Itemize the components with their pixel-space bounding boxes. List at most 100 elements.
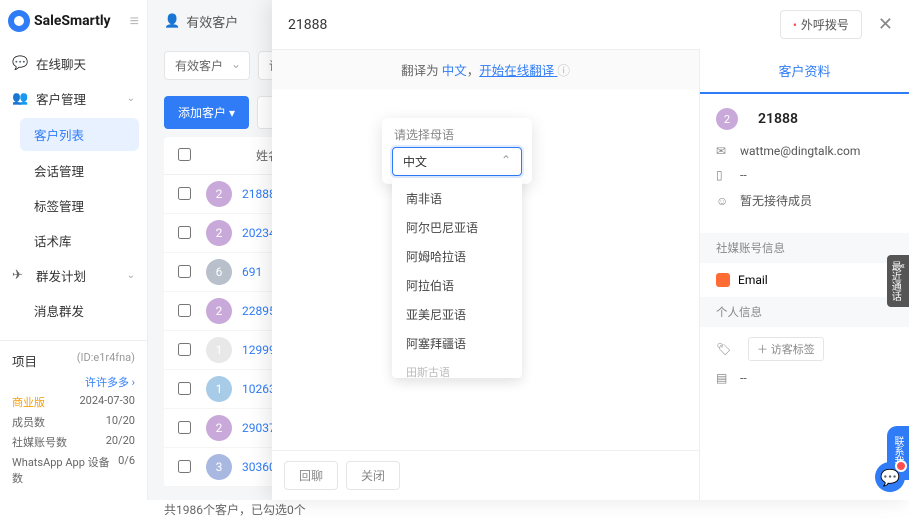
email-icon: ✉ — [716, 144, 730, 158]
close-icon[interactable]: ✕ — [878, 14, 893, 35]
nav-script-lib[interactable]: 话术库 — [0, 223, 147, 258]
customer-header: 2 21888 — [716, 108, 893, 130]
social-val: 20/20 — [106, 434, 135, 450]
customer-uid: 21888 — [758, 111, 798, 127]
customer-avatar: 2 — [716, 108, 738, 130]
menu-toggle-icon[interactable]: ≡ — [130, 11, 139, 31]
nav-label: 会话管理 — [34, 161, 84, 180]
row-checkbox[interactable] — [178, 265, 191, 278]
project-info: 项目(ID:e1r4fna) 许许多多 › 商业版2024-07-30 成员数1… — [0, 340, 147, 500]
user-icon: 👤 — [164, 14, 180, 29]
panel-customer-id: 21888 — [288, 17, 327, 33]
lang-select[interactable]: 中文 — [392, 147, 522, 176]
outbound-call-button[interactable]: 外呼拨号 — [780, 10, 862, 39]
social-label: 社媒账号数 — [12, 434, 67, 450]
brand-name: SaleSmartly — [34, 13, 111, 29]
add-visitor-tag-button[interactable]: ＋ 访客标签 — [748, 337, 824, 361]
nav-third-party[interactable]: 第三方代发 — [0, 328, 147, 340]
panel-chat-area: 翻译为 中文，开始在线翻译 ⓘ 请选择母语 中文 南非语阿尔巴尼亚语阿姆哈拉语阿… — [272, 49, 699, 500]
nav-label: 客户管理 — [36, 89, 86, 108]
logo[interactable]: SaleSmartly ≡ — [0, 0, 147, 42]
version-date: 2024-07-30 — [79, 394, 135, 410]
customer-data-tab[interactable]: 客户资料 — [700, 49, 909, 94]
row-avatar: 2 — [206, 298, 232, 324]
row-id[interactable]: 20234 — [242, 226, 276, 240]
row-id[interactable]: 29037 — [242, 421, 276, 435]
social-heading: 社媒账号信息 — [700, 233, 909, 263]
row-id[interactable]: 691 — [242, 265, 262, 279]
row-id[interactable]: 12999 — [242, 343, 276, 357]
nav-label: 客户列表 — [34, 125, 84, 144]
recall-button[interactable]: 回聊 — [284, 461, 338, 490]
add-customer-button[interactable]: 添加客户 ▾ — [164, 96, 249, 129]
customer-info-sidebar: 客户资料 2 21888 ✉wattme@dingtalk.com ▯-- ☺暂… — [699, 49, 909, 500]
start-translate-link[interactable]: 开始在线翻译 — [479, 64, 557, 79]
row-avatar: 3 — [206, 454, 232, 480]
nav-customer-mgmt[interactable]: 👥客户管理⌄ — [0, 81, 147, 116]
panel-header: 21888 外呼拨号 ✕ — [272, 0, 909, 49]
nav-online-chat[interactable]: 💬在线聊天 — [0, 46, 147, 81]
personal-heading: 个人信息 — [700, 297, 909, 327]
lang-option[interactable]: 田斯古语 — [392, 358, 522, 378]
customer-email: wattme@dingtalk.com — [740, 144, 860, 158]
translate-target-lang[interactable]: 中文 — [442, 64, 467, 79]
chat-bubble-icon[interactable]: 💬 — [875, 462, 905, 492]
send-icon: ✈ — [12, 268, 28, 283]
row-id[interactable]: 30360 — [242, 460, 276, 474]
recent-calls-tab[interactable]: 最近通话 — [887, 255, 909, 307]
row-checkbox[interactable] — [178, 421, 191, 434]
nav-tag-mgmt[interactable]: 标签管理 — [0, 188, 147, 223]
row-checkbox[interactable] — [178, 226, 191, 239]
filter-valid-customers[interactable]: 有效客户 — [164, 51, 250, 80]
nav-msg-mass[interactable]: 消息群发 — [0, 293, 147, 328]
lang-option[interactable]: 阿拉伯语 — [392, 271, 522, 300]
sidebar: SaleSmartly ≡ 💬在线聊天 👥客户管理⌄ 客户列表 会话管理 标签管… — [0, 0, 148, 500]
project-more-link[interactable]: 许许多多 › — [85, 374, 135, 390]
page-title: 有效客户 — [186, 12, 238, 31]
language-popup: 请选择母语 中文 南非语阿尔巴尼亚语阿姆哈拉语阿拉伯语亚美尼亚语阿塞拜疆语田斯古… — [382, 118, 532, 184]
lang-dropdown-list: 南非语阿尔巴尼亚语阿姆哈拉语阿拉伯语亚美尼亚语阿塞拜疆语田斯古语 — [392, 178, 522, 378]
row-checkbox[interactable] — [178, 187, 191, 200]
row-avatar: 6 — [206, 259, 232, 285]
lang-option[interactable]: 亚美尼亚语 — [392, 300, 522, 329]
row-id[interactable]: 10263 — [242, 382, 276, 396]
members-val: 10/20 — [106, 414, 135, 430]
email-provider-icon — [716, 273, 730, 287]
info-icon[interactable]: ⓘ — [557, 64, 570, 79]
wa-label: WhatsApp App 设备数 — [12, 454, 118, 486]
members-label: 成员数 — [12, 414, 45, 430]
row-checkbox[interactable] — [178, 304, 191, 317]
nav-label: 在线聊天 — [36, 54, 86, 73]
lang-option[interactable]: 阿塞拜疆语 — [392, 329, 522, 358]
lang-option[interactable]: 南非语 — [392, 184, 522, 213]
lang-option[interactable]: 阿姆哈拉语 — [392, 242, 522, 271]
row-id[interactable]: 21888 — [242, 187, 276, 201]
nav-session-mgmt[interactable]: 会话管理 — [0, 153, 147, 188]
lang-option[interactable]: 阿尔巴尼亚语 — [392, 213, 522, 242]
translate-bar: 翻译为 中文，开始在线翻译 ⓘ — [272, 50, 699, 89]
select-all-checkbox[interactable] — [178, 148, 191, 161]
row-id[interactable]: 22895 — [242, 304, 276, 318]
nav-label: 话术库 — [34, 231, 72, 250]
panel-footer-actions: 回聊 关闭 — [272, 450, 699, 500]
row-avatar: 2 — [206, 415, 232, 441]
logo-icon — [8, 10, 30, 32]
row-checkbox[interactable] — [178, 343, 191, 356]
nav-customer-list[interactable]: 客户列表 — [20, 118, 139, 151]
chevron-down-icon: ⌄ — [127, 93, 135, 104]
row-avatar: 2 — [206, 220, 232, 246]
nav-label: 消息群发 — [34, 301, 84, 320]
row-checkbox[interactable] — [178, 460, 191, 473]
nav-mass-send[interactable]: ✈群发计划⌄ — [0, 258, 147, 293]
nav-label: 标签管理 — [34, 196, 84, 215]
row-checkbox[interactable] — [178, 382, 191, 395]
lang-popup-label: 请选择母语 — [382, 118, 532, 147]
close-button[interactable]: 关闭 — [346, 461, 400, 490]
customer-detail-panel: 21888 外呼拨号 ✕ 翻译为 中文，开始在线翻译 ⓘ 请选择母语 中文 南非… — [272, 0, 909, 500]
tag-icon: 🏷 — [716, 342, 730, 356]
chevron-down-icon: ⌄ — [127, 270, 135, 281]
device-icon: ▯ — [716, 168, 730, 182]
customer-device: -- — [740, 168, 747, 182]
customer-agent: 暂无接待成员 — [740, 192, 812, 209]
project-title: 项目 — [12, 351, 37, 370]
